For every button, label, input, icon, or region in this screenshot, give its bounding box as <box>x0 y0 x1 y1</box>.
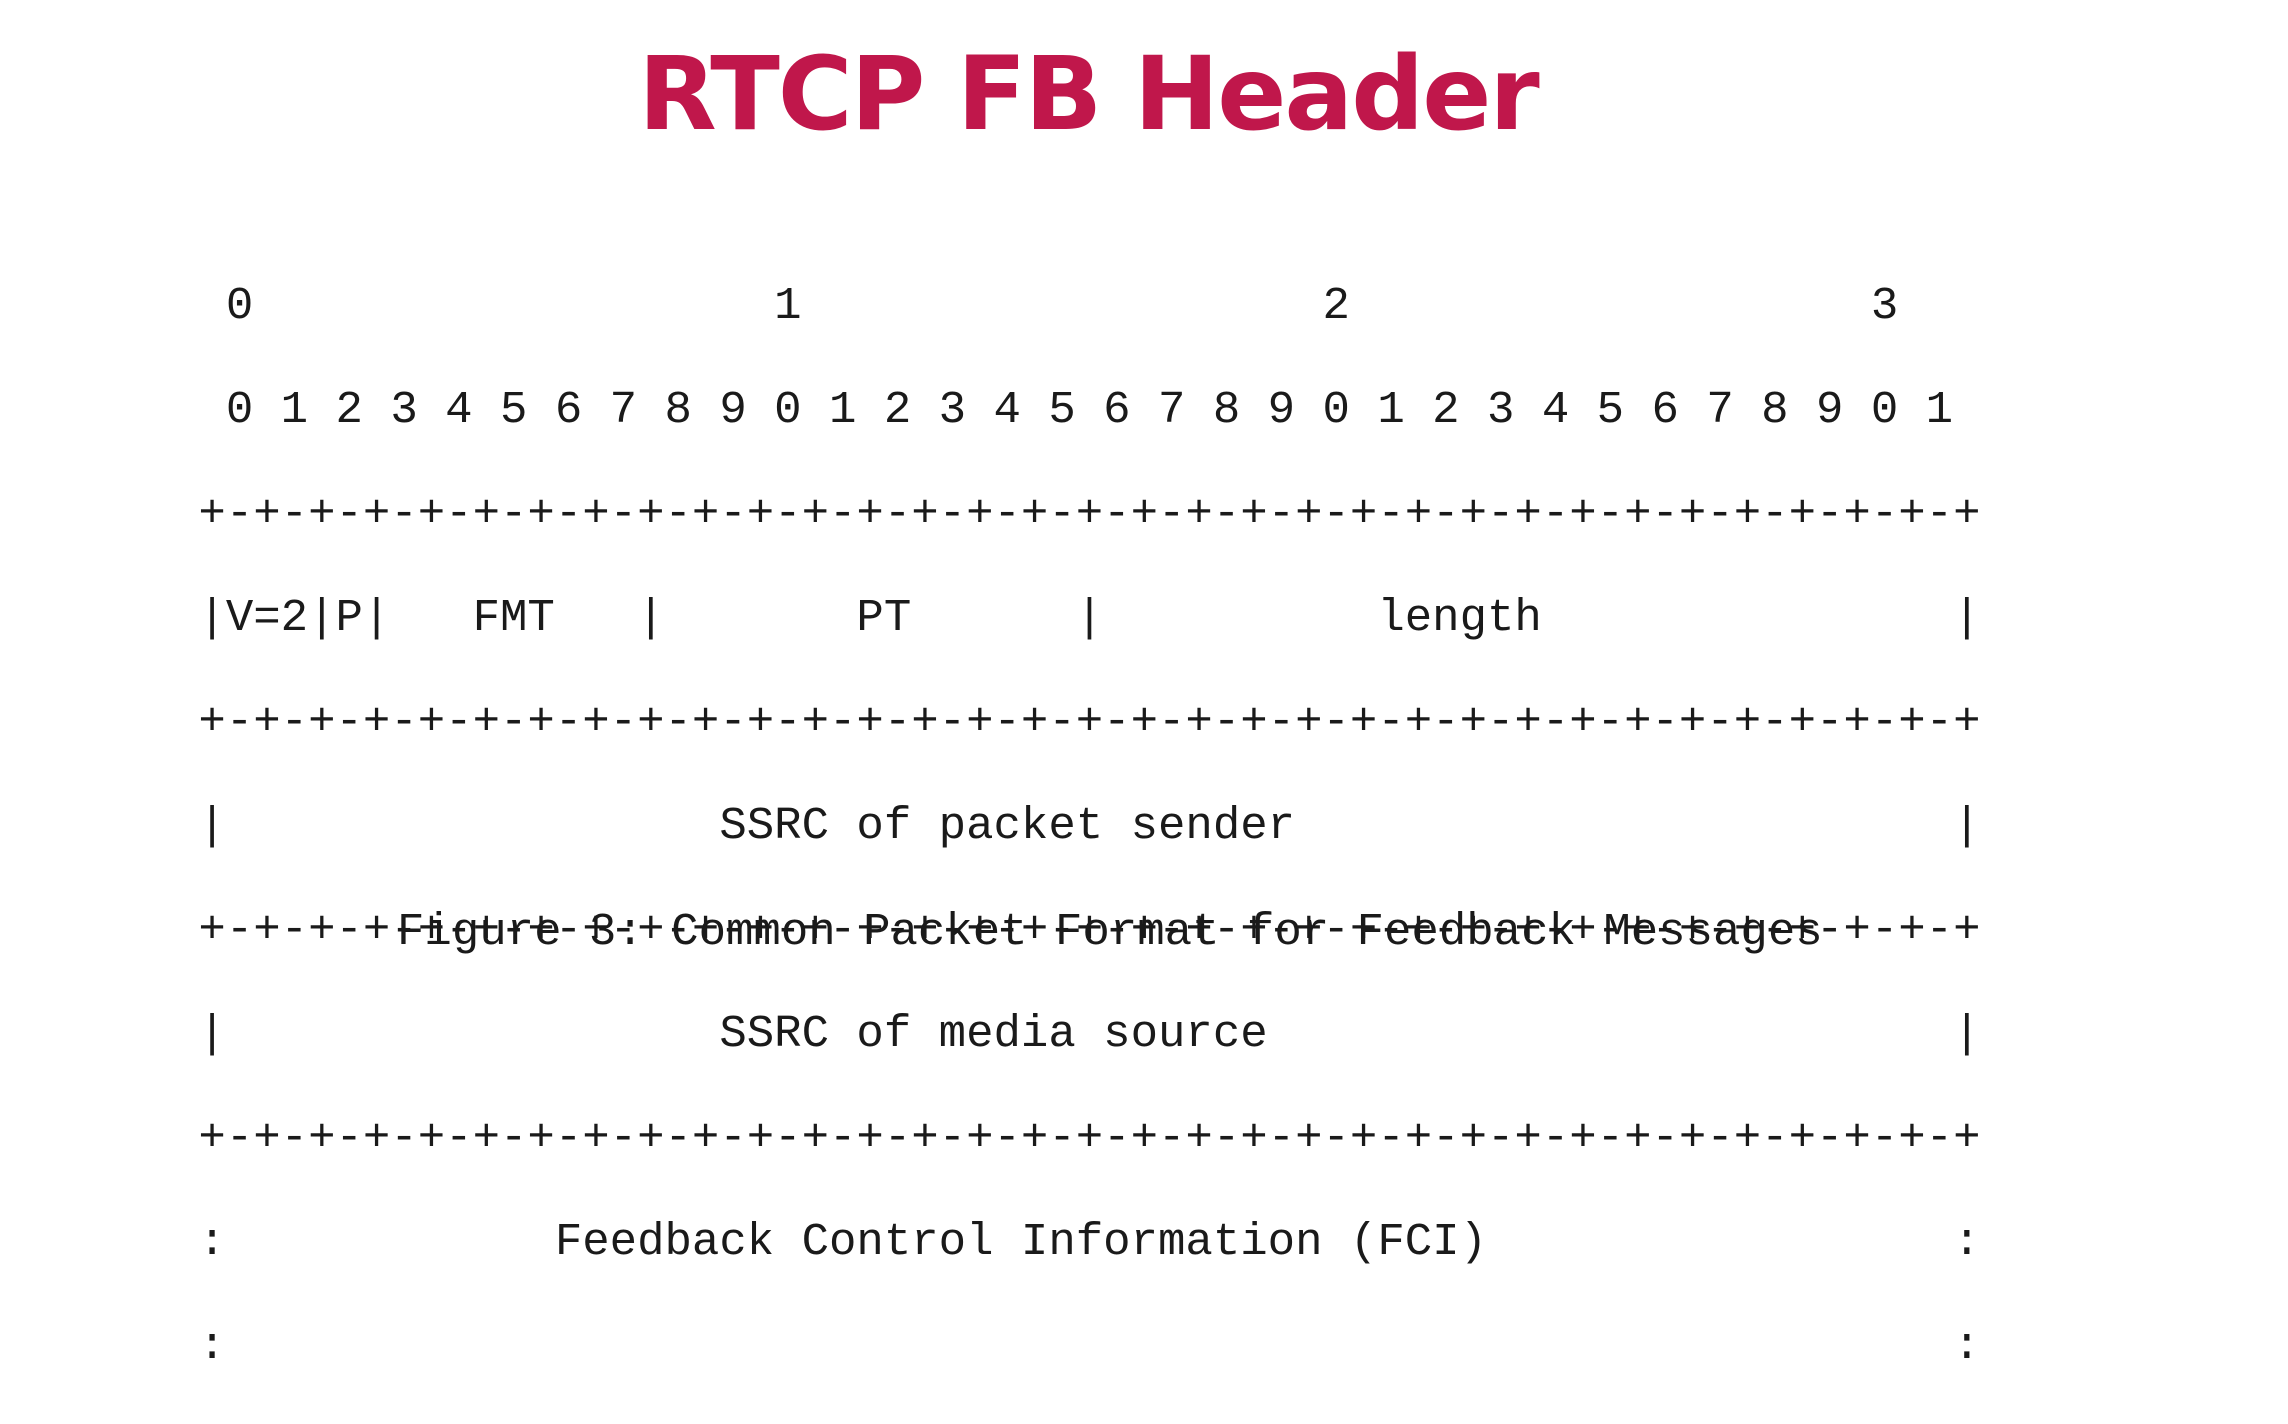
field-border: +-+-+-+-+-+-+-+-+-+-+-+-+-+-+-+-+-+-+-+-… <box>171 1112 1981 1164</box>
ssrc-packet-sender-row: | SSRC of packet sender | <box>171 800 1981 852</box>
ssrc-media-source-row: | SSRC of media source | <box>171 1008 1981 1060</box>
field-border: +-+-+-+-+-+-+-+-+-+-+-+-+-+-+-+-+-+-+-+-… <box>171 696 1981 748</box>
field-border: +-+-+-+-+-+-+-+-+-+-+-+-+-+-+-+-+-+-+-+-… <box>171 488 1981 540</box>
figure-caption: Figure 3: Common Packet Format for Feedb… <box>397 906 1823 958</box>
fci-continuation-row: : : <box>171 1320 1981 1372</box>
bit-tens-row: 0 1 2 3 <box>171 280 1899 332</box>
header-fields-row: |V=2|P| FMT | PT | length | <box>171 592 1981 644</box>
bit-units-row: 0 1 2 3 4 5 6 7 8 9 0 1 2 3 4 5 6 7 8 9 … <box>171 384 1954 436</box>
packet-format-diagram: 0 1 2 3 0 1 2 3 4 5 6 7 8 9 0 1 2 3 4 5 … <box>171 280 1981 1424</box>
slide-title: RTCP FB Header <box>638 35 1539 154</box>
fci-row: : Feedback Control Information (FCI) : <box>171 1216 1981 1268</box>
